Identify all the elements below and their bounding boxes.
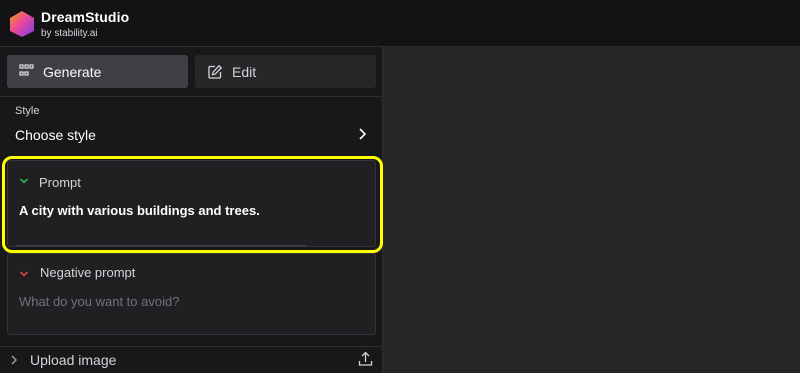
sidebar: Generate Edit Style Choose style Prompt … — [0, 47, 383, 373]
image-canvas — [384, 47, 800, 373]
dreamstudio-logo-icon[interactable] — [8, 10, 36, 38]
chevron-down-icon[interactable] — [19, 177, 29, 185]
prompt-input-underline — [16, 245, 306, 246]
tab-edit[interactable]: Edit — [195, 55, 376, 88]
grid-icon — [19, 64, 34, 76]
tab-edit-label: Edit — [232, 63, 257, 80]
negative-prompt-label: Negative prompt — [40, 265, 136, 280]
style-label: Style — [15, 105, 40, 117]
top-bar: DreamStudio by stability.ai — [0, 0, 800, 47]
chevron-right-icon[interactable] — [9, 354, 19, 366]
upload-icon[interactable] — [358, 351, 373, 367]
chevron-right-icon[interactable] — [357, 127, 369, 141]
prompt-section: Prompt A city with various buildings and… — [7, 160, 376, 247]
chevron-down-icon[interactable] — [19, 270, 29, 278]
app-subtitle: by stability.ai — [41, 28, 98, 39]
style-select[interactable]: Choose style — [15, 127, 96, 143]
negative-prompt-section: Negative prompt — [7, 253, 376, 335]
divider — [0, 96, 383, 97]
upload-image-row[interactable]: Upload image — [0, 346, 383, 373]
prompt-input[interactable]: A city with various buildings and trees. — [19, 203, 260, 218]
negative-prompt-input[interactable] — [19, 291, 359, 311]
upload-image-label: Upload image — [30, 352, 117, 368]
tab-generate[interactable]: Generate — [7, 55, 188, 88]
edit-icon — [208, 64, 223, 79]
tab-generate-label: Generate — [43, 63, 102, 80]
app-title: DreamStudio — [41, 9, 130, 25]
prompt-label: Prompt — [39, 175, 81, 190]
